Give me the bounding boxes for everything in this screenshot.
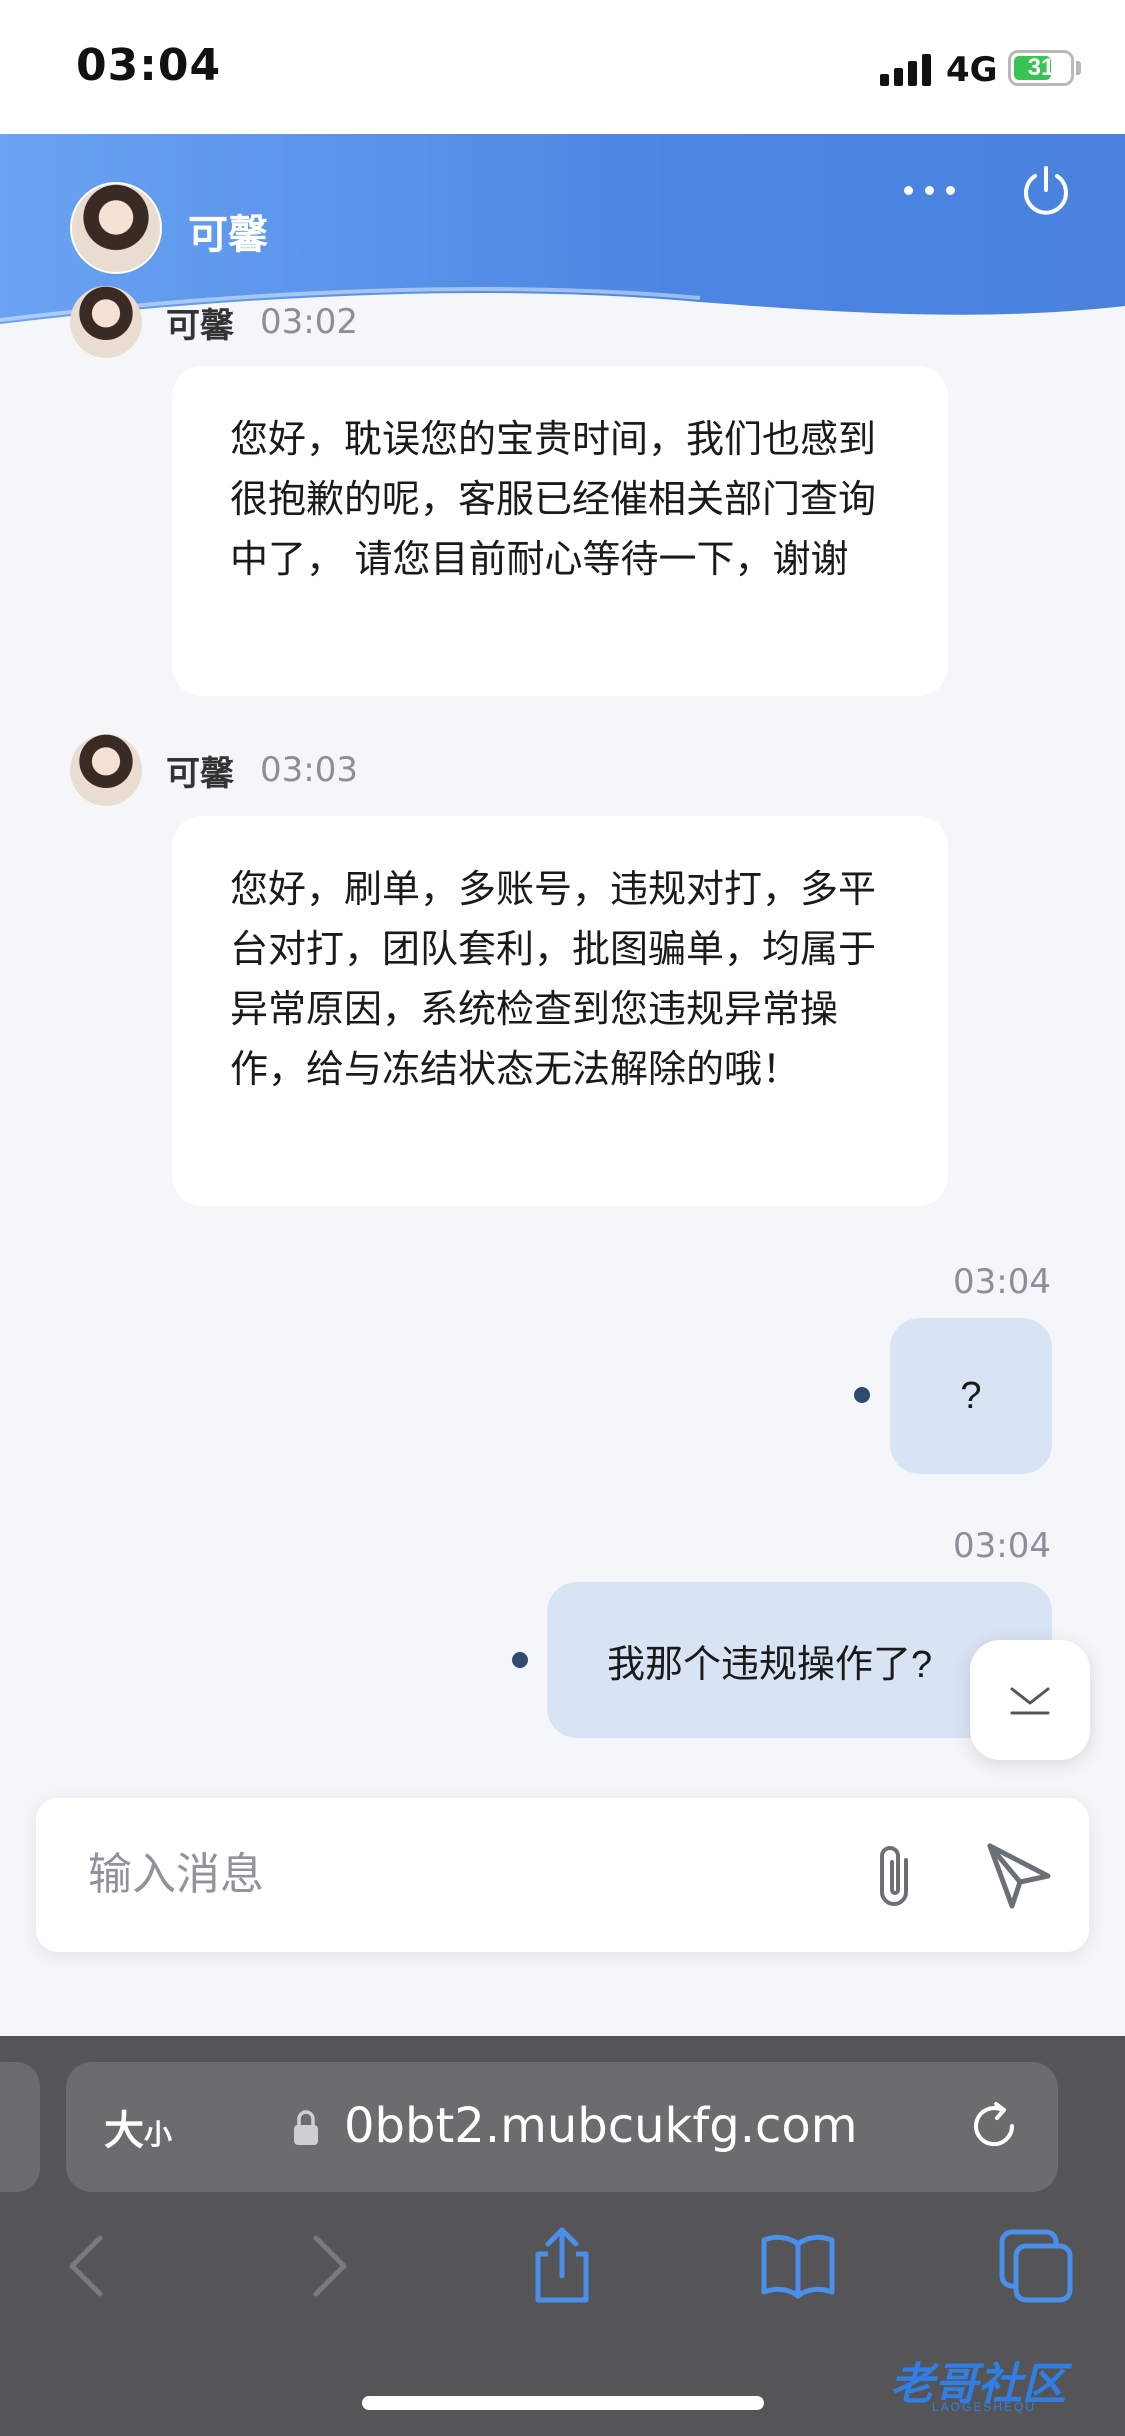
sender-avatar[interactable] <box>70 734 142 806</box>
url-text[interactable]: 0bbt2.mubcukfg.com <box>344 2098 858 2154</box>
sender-name: 可馨 <box>166 306 234 345</box>
attach-icon[interactable] <box>866 1840 926 1912</box>
message-input[interactable] <box>88 1834 848 1916</box>
read-indicator <box>854 1387 870 1403</box>
battery-level: 31 <box>1027 54 1055 81</box>
text-size-small: 小 <box>144 2119 173 2150</box>
home-indicator <box>362 2396 764 2410</box>
message-time: 03:04 <box>953 1262 1051 1302</box>
outgoing-bubble: ? <box>890 1318 1052 1474</box>
incoming-bubble: 您好，耽误您的宝贵时间，我们也感到很抱歉的呢，客服已经催相关部门查询中了， 请您… <box>172 366 948 696</box>
back-icon[interactable] <box>48 2226 128 2306</box>
message-time: 03:03 <box>260 750 358 790</box>
bookmarks-icon[interactable] <box>758 2226 838 2306</box>
text-size-label: 大 <box>104 2109 144 2153</box>
text-size-button[interactable]: 大小 <box>104 2098 172 2156</box>
forward-icon[interactable] <box>288 2226 368 2306</box>
status-bar: 03:04 4G 31 <box>0 0 1125 134</box>
reload-icon[interactable] <box>964 2096 1024 2156</box>
message-composer <box>36 1798 1089 1952</box>
scroll-down-button[interactable] <box>970 1640 1090 1760</box>
watermark-subtext: LAOGESHEQU <box>932 2400 1037 2414</box>
sender-avatar[interactable] <box>70 286 142 358</box>
status-time: 03:04 <box>76 40 222 91</box>
battery-icon: 31 <box>1008 50 1074 86</box>
message-meta: 可馨 03:02 <box>70 286 358 358</box>
power-icon[interactable] <box>1018 164 1074 220</box>
address-bar[interactable]: 大小 0bbt2.mubcukfg.com <box>66 2062 1058 2192</box>
read-indicator <box>512 1652 528 1668</box>
incoming-bubble: 您好，刷单，多账号，违规对打，多平台对打，团队套利，批图骗单，均属于异常原因，系… <box>172 816 948 1206</box>
network-label: 4G <box>946 50 998 90</box>
tabs-icon[interactable] <box>996 2226 1076 2306</box>
battery-cap <box>1076 61 1081 75</box>
send-icon[interactable] <box>984 1840 1054 1910</box>
message-meta: 可馨 03:03 <box>70 734 358 806</box>
sender-name: 可馨 <box>166 754 234 793</box>
previous-tab-peek[interactable] <box>0 2062 40 2192</box>
lock-icon <box>294 2110 318 2145</box>
agent-name: 可馨 <box>188 213 268 257</box>
signal-icon <box>880 52 934 86</box>
message-time: 03:02 <box>260 302 358 342</box>
share-icon[interactable] <box>522 2226 602 2306</box>
scroll-down-icon <box>1010 1687 1050 1715</box>
message-time: 03:04 <box>953 1526 1051 1566</box>
more-icon[interactable] <box>898 174 962 204</box>
